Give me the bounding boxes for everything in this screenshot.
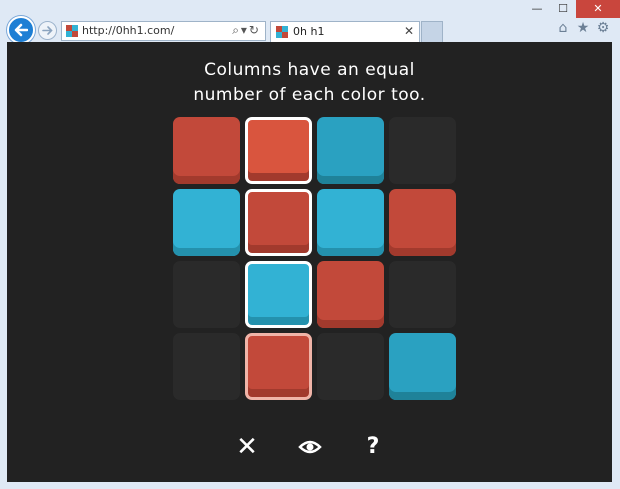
eye-icon: [298, 440, 322, 454]
tile-r0-c0-red[interactable]: [173, 117, 240, 184]
window-controls: — ☐ ✕: [524, 0, 620, 18]
instruction-text: Columns have an equal number of each col…: [7, 58, 612, 108]
address-bar[interactable]: http://0hh1.com/ ⌕▾↻: [61, 21, 266, 41]
close-window-icon[interactable]: ✕: [576, 0, 620, 18]
instruction-line-2: number of each color too.: [193, 85, 426, 105]
forward-arrow-icon: [42, 26, 53, 35]
tile-r0-c3-empty[interactable]: [389, 117, 456, 184]
tab-title: 0h h1: [293, 25, 325, 38]
tile-r1-c3-red[interactable]: [389, 189, 456, 256]
tile-r2-c0-empty[interactable]: [173, 261, 240, 328]
tab-0hh1[interactable]: 0h h1 ✕: [270, 21, 420, 42]
window-frame-bottom: [0, 482, 620, 489]
tile-r1-c2-blue[interactable]: [317, 189, 384, 256]
tile-r3-c2-empty[interactable]: [317, 333, 384, 400]
maximize-icon[interactable]: ☐: [550, 0, 576, 18]
tile-r1-c1-red[interactable]: [245, 189, 312, 256]
eye-hint-button[interactable]: [295, 432, 325, 462]
minimize-icon[interactable]: —: [524, 0, 550, 18]
tile-r0-c2-blue[interactable]: [317, 117, 384, 184]
window-frame-left: [0, 42, 7, 482]
help-button[interactable]: ?: [358, 432, 388, 462]
tile-r1-c0-blue[interactable]: [173, 189, 240, 256]
tile-r3-c3-blue[interactable]: [389, 333, 456, 400]
back-button[interactable]: [7, 16, 35, 44]
tile-r2-c3-empty[interactable]: [389, 261, 456, 328]
close-game-button[interactable]: ✕: [232, 432, 262, 462]
tile-r3-c1-red[interactable]: [245, 333, 312, 400]
game-controls: ✕ ?: [7, 432, 612, 462]
star-icon[interactable]: ★: [576, 21, 590, 35]
forward-button[interactable]: [38, 21, 57, 40]
gear-icon[interactable]: ⚙: [596, 21, 610, 35]
instruction-line-1: Columns have an equal: [204, 60, 415, 80]
game-board: [173, 117, 457, 401]
site-favicon-icon: [66, 25, 78, 37]
browser-chrome: http://0hh1.com/ ⌕▾↻ 0h h1 ✕ — ☐ ✕ ⌂ ★ ⚙: [0, 0, 620, 44]
tab-favicon-icon: [276, 26, 288, 38]
search-refresh-icons[interactable]: ⌕▾↻: [232, 23, 261, 38]
window-frame-right: [612, 42, 620, 482]
home-icon[interactable]: ⌂: [556, 21, 570, 35]
new-tab-button[interactable]: [421, 21, 443, 42]
back-arrow-icon: [14, 23, 28, 37]
toolbar-icons: ⌂ ★ ⚙: [556, 21, 610, 35]
tile-r2-c1-blue[interactable]: [245, 261, 312, 328]
game-area: Columns have an equal number of each col…: [7, 42, 612, 482]
tile-r2-c2-red[interactable]: [317, 261, 384, 328]
url-text[interactable]: http://0hh1.com/: [82, 24, 174, 37]
tile-r0-c1-red[interactable]: [245, 117, 312, 184]
tile-r3-c0-empty[interactable]: [173, 333, 240, 400]
tab-close-icon[interactable]: ✕: [404, 24, 414, 38]
